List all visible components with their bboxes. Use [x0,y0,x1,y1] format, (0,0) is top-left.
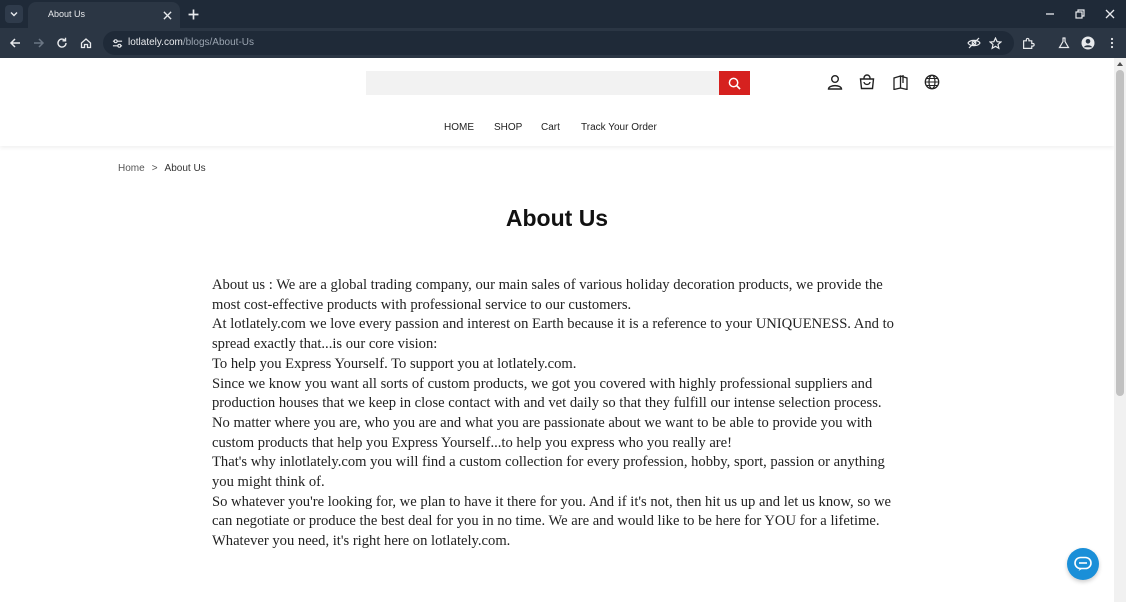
globe-icon [924,74,940,90]
book-icon [892,75,908,90]
reload-icon [57,37,67,48]
about-paragraph: Whatever you need, it's right here on lo… [212,533,511,550]
nav-track-order[interactable]: Track Your Order [581,122,657,133]
tab-title: About Us [48,9,86,19]
nav-home[interactable]: HOME [444,122,474,133]
nav-shop[interactable]: SHOP [494,122,522,133]
about-paragraph: No matter where you are, who you are and… [212,414,873,451]
user-icon [827,75,843,90]
account-circle-icon [1081,36,1095,50]
arrow-left-icon [9,38,20,48]
url-path: /blogs/About-Us [182,37,254,48]
about-content: About us : We are a global trading compa… [212,276,902,552]
labs-button[interactable] [1055,34,1073,52]
account-button[interactable] [825,72,845,92]
search-icon [728,77,741,90]
chat-button[interactable] [1067,548,1099,580]
new-tab-button[interactable] [185,6,201,22]
bookmark-button[interactable] [986,34,1004,52]
about-paragraph: To help you Express Yourself. To support… [212,355,577,372]
shopping-bag-icon [859,74,875,90]
minimize-button[interactable] [1040,4,1060,24]
site-info-button[interactable] [110,36,124,50]
home-button[interactable] [77,34,95,52]
close-window-button[interactable] [1100,4,1120,24]
more-vertical-icon [1110,37,1114,49]
reload-button[interactable] [53,34,71,52]
tracking-protection-button[interactable] [965,34,983,52]
back-button[interactable] [6,34,24,52]
chat-icon [1074,556,1092,571]
restore-button[interactable] [1070,4,1090,24]
tab-about-us[interactable]: About Us [28,2,180,28]
breadcrumb-separator: > [151,163,158,174]
search-button[interactable] [719,71,750,95]
address-bar[interactable]: lotlately.com/blogs/About-Us [103,31,1014,55]
forward-button[interactable] [30,34,48,52]
search-input[interactable] [366,71,719,95]
orders-button[interactable] [890,72,910,92]
close-icon [1105,9,1115,19]
url-text: lotlately.com/blogs/About-Us [128,37,254,48]
close-icon [162,10,172,20]
browser-toolbar: lotlately.com/blogs/About-Us [0,28,1126,58]
nav-cart[interactable]: Cart [541,122,560,133]
tab-search-button[interactable] [5,5,23,23]
about-paragraph: That's why inlotlately.com you will find… [212,454,885,491]
url-host: lotlately.com [128,37,183,48]
restore-icon [1075,9,1085,19]
tune-icon [112,38,122,48]
language-button[interactable] [922,72,942,92]
star-icon [988,36,1002,49]
scroll-up-arrow-icon[interactable] [1116,60,1124,68]
extensions-button[interactable] [1019,34,1037,52]
tab-close-button[interactable] [160,8,174,22]
about-paragraph: Since we know you want all sorts of cust… [212,375,882,412]
eye-off-icon [967,37,981,49]
site-header: HOME SHOP Cart Track Your Order [0,58,1114,146]
breadcrumb-home[interactable]: Home [118,163,145,174]
browser-tab-bar: About Us [0,0,1126,28]
puzzle-icon [1022,37,1035,49]
cart-button[interactable] [857,72,877,92]
plus-icon [188,9,198,19]
breadcrumb-current: About Us [164,163,206,174]
page-viewport: HOME SHOP Cart Track Your Order Home > Abo… [0,58,1114,602]
profile-button[interactable] [1079,34,1097,52]
browser-menu-button[interactable] [1103,34,1121,52]
breadcrumb: Home > About Us [118,163,206,174]
page-scrollbar[interactable] [1114,58,1126,602]
about-paragraph: About us : We are a global trading compa… [212,277,883,313]
about-paragraph: So whatever you're looking for, we plan … [212,493,891,530]
chevron-down-icon [10,12,18,17]
home-icon [80,38,92,49]
page-title: About Us [505,205,609,231]
arrow-right-icon [34,38,45,48]
about-paragraph: At lotlately.com we love every passion a… [212,316,894,353]
minimize-icon [1046,13,1054,15]
scrollbar-thumb[interactable] [1116,70,1124,396]
flask-icon [1058,37,1070,49]
